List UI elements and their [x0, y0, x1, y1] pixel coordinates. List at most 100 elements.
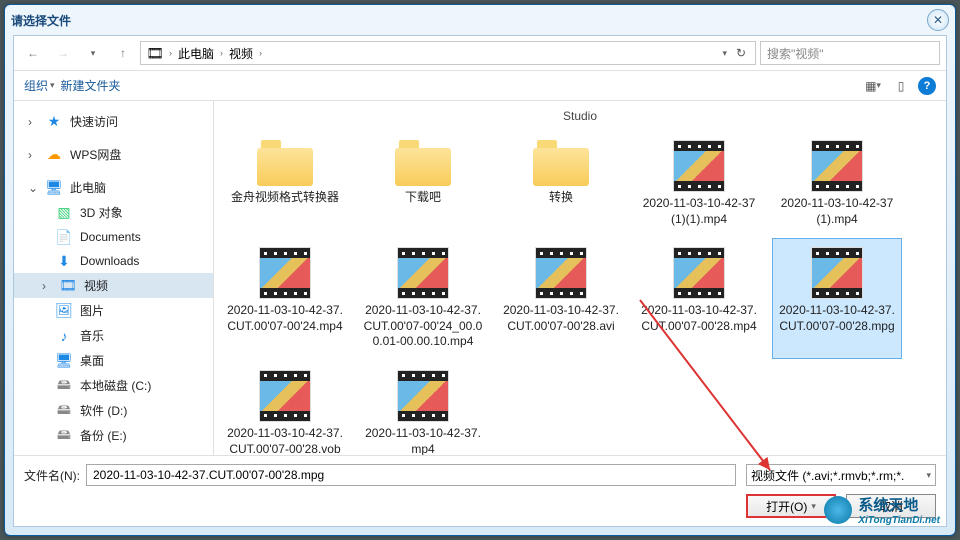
video-thumbnail [259, 247, 311, 299]
video-thumbnail [535, 247, 587, 299]
filename-input[interactable] [86, 464, 736, 486]
watermark-logo [824, 496, 852, 524]
filetype-text: 视频文件 (*.avi;*.rmvb;*.rm;*. [751, 467, 904, 484]
filetype-combo[interactable]: 视频文件 (*.avi;*.rmvb;*.rm;*. ▾ [746, 464, 936, 486]
filename-label: 文件名(N): [24, 467, 80, 484]
help-button[interactable]: ? [918, 77, 936, 95]
sidebar-3d[interactable]: ▧3D 对象 [14, 200, 213, 225]
file-item[interactable]: 2020-11-03-10-42-37.CUT.00'07-00'28.mp4 [634, 238, 764, 359]
back-button[interactable]: ← [20, 40, 46, 66]
picture-icon: 🖼 [56, 303, 72, 319]
pc-icon: 🖥 [46, 180, 62, 196]
file-label: 金舟视频格式转换器 [231, 190, 339, 206]
file-item[interactable]: 2020-11-03-10-42-37.mp4 [358, 361, 488, 455]
file-item[interactable]: 2020-11-03-10-42-37.CUT.00'07-00'28.avi [496, 238, 626, 359]
file-label: 2020-11-03-10-42-37.mp4 [363, 426, 483, 455]
video-icon: 🎞 [60, 278, 76, 294]
dialog-body: ← → ▾ ↑ 🎞 › 此电脑 › 视频 › ▾ ↻ 搜索"视频" 组织 ▾ 新… [13, 35, 947, 527]
group-header: Studio [216, 109, 944, 123]
cloud-icon: ☁ [46, 147, 62, 163]
watermark: 系统天地 XiTongTianDi.net [824, 494, 940, 526]
path-root-icon[interactable]: 🎞 [143, 42, 167, 64]
file-label: 2020-11-03-10-42-37.CUT.00'07-00'28.mpg [777, 303, 897, 334]
search-input[interactable]: 搜索"视频" [760, 41, 940, 65]
download-icon: ⬇ [56, 253, 72, 269]
file-label: 2020-11-03-10-42-37.CUT.00'07-00'24_00.0… [363, 303, 483, 350]
folder-icon [395, 140, 451, 186]
main-body: ›★快速访问 ›☁WPS网盘 ⌄🖥此电脑 ▧3D 对象 📄Documents ⬇… [14, 101, 946, 455]
drive-icon: 🖴 [56, 378, 72, 394]
folder-icon [533, 140, 589, 186]
refresh-button[interactable]: ↻ [729, 41, 753, 65]
watermark-text2: XiTongTianDi.net [858, 515, 940, 526]
drive-icon: 🖴 [56, 403, 72, 419]
file-label: 2020-11-03-10-42-37.CUT.00'07-00'28.vob [225, 426, 345, 455]
file-item[interactable]: 转换 [496, 131, 626, 236]
chevron-right-icon: › [220, 48, 223, 58]
watermark-text1: 系统天地 [858, 494, 940, 515]
open-button[interactable]: 打开(O) ▾ [746, 494, 836, 518]
path-thispc[interactable]: 此电脑 [174, 42, 218, 64]
file-item[interactable]: 2020-11-03-10-42-37(1)(1).mp4 [634, 131, 764, 236]
sidebar-desktop[interactable]: 🖥桌面 [14, 348, 213, 373]
video-thumbnail [397, 247, 449, 299]
file-label: 下载吧 [405, 190, 441, 206]
file-item[interactable]: 2020-11-03-10-42-37.CUT.00'07-00'28.mpg [772, 238, 902, 359]
sidebar-edrive[interactable]: 🖴备份 (E:) [14, 423, 213, 448]
file-label: 2020-11-03-10-42-37.CUT.00'07-00'24.mp4 [225, 303, 345, 334]
sidebar-pictures[interactable]: 🖼图片 [14, 298, 213, 323]
music-icon: ♪ [56, 328, 72, 344]
titlebar: 请选择文件 ✕ [5, 5, 955, 35]
video-folder-icon: 🎞 [147, 45, 163, 61]
forward-button[interactable]: → [50, 40, 76, 66]
path-videos[interactable]: 视频 [225, 42, 257, 64]
breadcrumb[interactable]: 🎞 › 此电脑 › 视频 › ▾ ↻ [140, 41, 756, 65]
sidebar-ddrive[interactable]: 🖴软件 (D:) [14, 398, 213, 423]
video-thumbnail [673, 140, 725, 192]
close-button[interactable]: ✕ [927, 9, 949, 31]
video-thumbnail [811, 247, 863, 299]
footer: 文件名(N): 视频文件 (*.avi;*.rmvb;*.rm;*. ▾ 打开(… [14, 455, 946, 526]
toolbar: 组织 ▾ 新建文件夹 ▦ ▾ ▯ ? [14, 71, 946, 101]
dialog-frame: 请选择文件 ✕ ← → ▾ ↑ 🎞 › 此电脑 › 视频 › ▾ ↻ 搜索"视频… [4, 4, 956, 536]
desktop-icon: 🖥 [56, 353, 72, 369]
chevron-right-icon: › [169, 48, 172, 58]
nav-row: ← → ▾ ↑ 🎞 › 此电脑 › 视频 › ▾ ↻ 搜索"视频" [14, 36, 946, 71]
history-dropdown[interactable]: ▾ [80, 40, 106, 66]
view-icons-button[interactable]: ▦ ▾ [862, 75, 884, 97]
star-icon: ★ [46, 114, 62, 130]
doc-icon: 📄 [56, 229, 72, 245]
organize-menu[interactable]: 组织 ▾ [24, 77, 55, 94]
sidebar-wps[interactable]: ›☁WPS网盘 [14, 142, 213, 167]
path-dropdown[interactable]: ▾ [722, 48, 727, 59]
file-item[interactable]: 2020-11-03-10-42-37(1).mp4 [772, 131, 902, 236]
chevron-down-icon: ▾ [926, 470, 931, 481]
sidebar-music[interactable]: ♪音乐 [14, 323, 213, 348]
video-thumbnail [673, 247, 725, 299]
file-item[interactable]: 2020-11-03-10-42-37.CUT.00'07-00'24_00.0… [358, 238, 488, 359]
file-item[interactable]: 2020-11-03-10-42-37.CUT.00'07-00'28.vob [220, 361, 350, 455]
sidebar-thispc[interactable]: ⌄🖥此电脑 [14, 175, 213, 200]
video-thumbnail [259, 370, 311, 422]
dialog-title: 请选择文件 [11, 12, 71, 29]
up-button[interactable]: ↑ [110, 40, 136, 66]
search-placeholder: 搜索"视频" [767, 45, 824, 62]
sidebar-cdrive[interactable]: 🖴本地磁盘 (C:) [14, 373, 213, 398]
file-label: 2020-11-03-10-42-37(1).mp4 [777, 196, 897, 227]
preview-pane-button[interactable]: ▯ [890, 75, 912, 97]
sidebar-downloads[interactable]: ⬇Downloads [14, 249, 213, 273]
filename-row: 文件名(N): 视频文件 (*.avi;*.rmvb;*.rm;*. ▾ [24, 464, 936, 486]
sidebar-documents[interactable]: 📄Documents [14, 225, 213, 249]
video-thumbnail [397, 370, 449, 422]
new-folder-button[interactable]: 新建文件夹 [61, 77, 121, 94]
sidebar: ›★快速访问 ›☁WPS网盘 ⌄🖥此电脑 ▧3D 对象 📄Documents ⬇… [14, 101, 214, 455]
file-label: 转换 [549, 190, 573, 206]
sidebar-videos[interactable]: ›🎞视频 [14, 273, 213, 298]
file-item[interactable]: 2020-11-03-10-42-37.CUT.00'07-00'24.mp4 [220, 238, 350, 359]
sidebar-quick-access[interactable]: ›★快速访问 [14, 109, 213, 134]
file-item[interactable]: 下载吧 [358, 131, 488, 236]
file-label: 2020-11-03-10-42-37(1)(1).mp4 [639, 196, 759, 227]
file-item[interactable]: 金舟视频格式转换器 [220, 131, 350, 236]
file-pane[interactable]: Studio 金舟视频格式转换器 下载吧 转换 2020-11-03-10-42-37… [214, 101, 946, 455]
chevron-right-icon: › [259, 48, 262, 58]
